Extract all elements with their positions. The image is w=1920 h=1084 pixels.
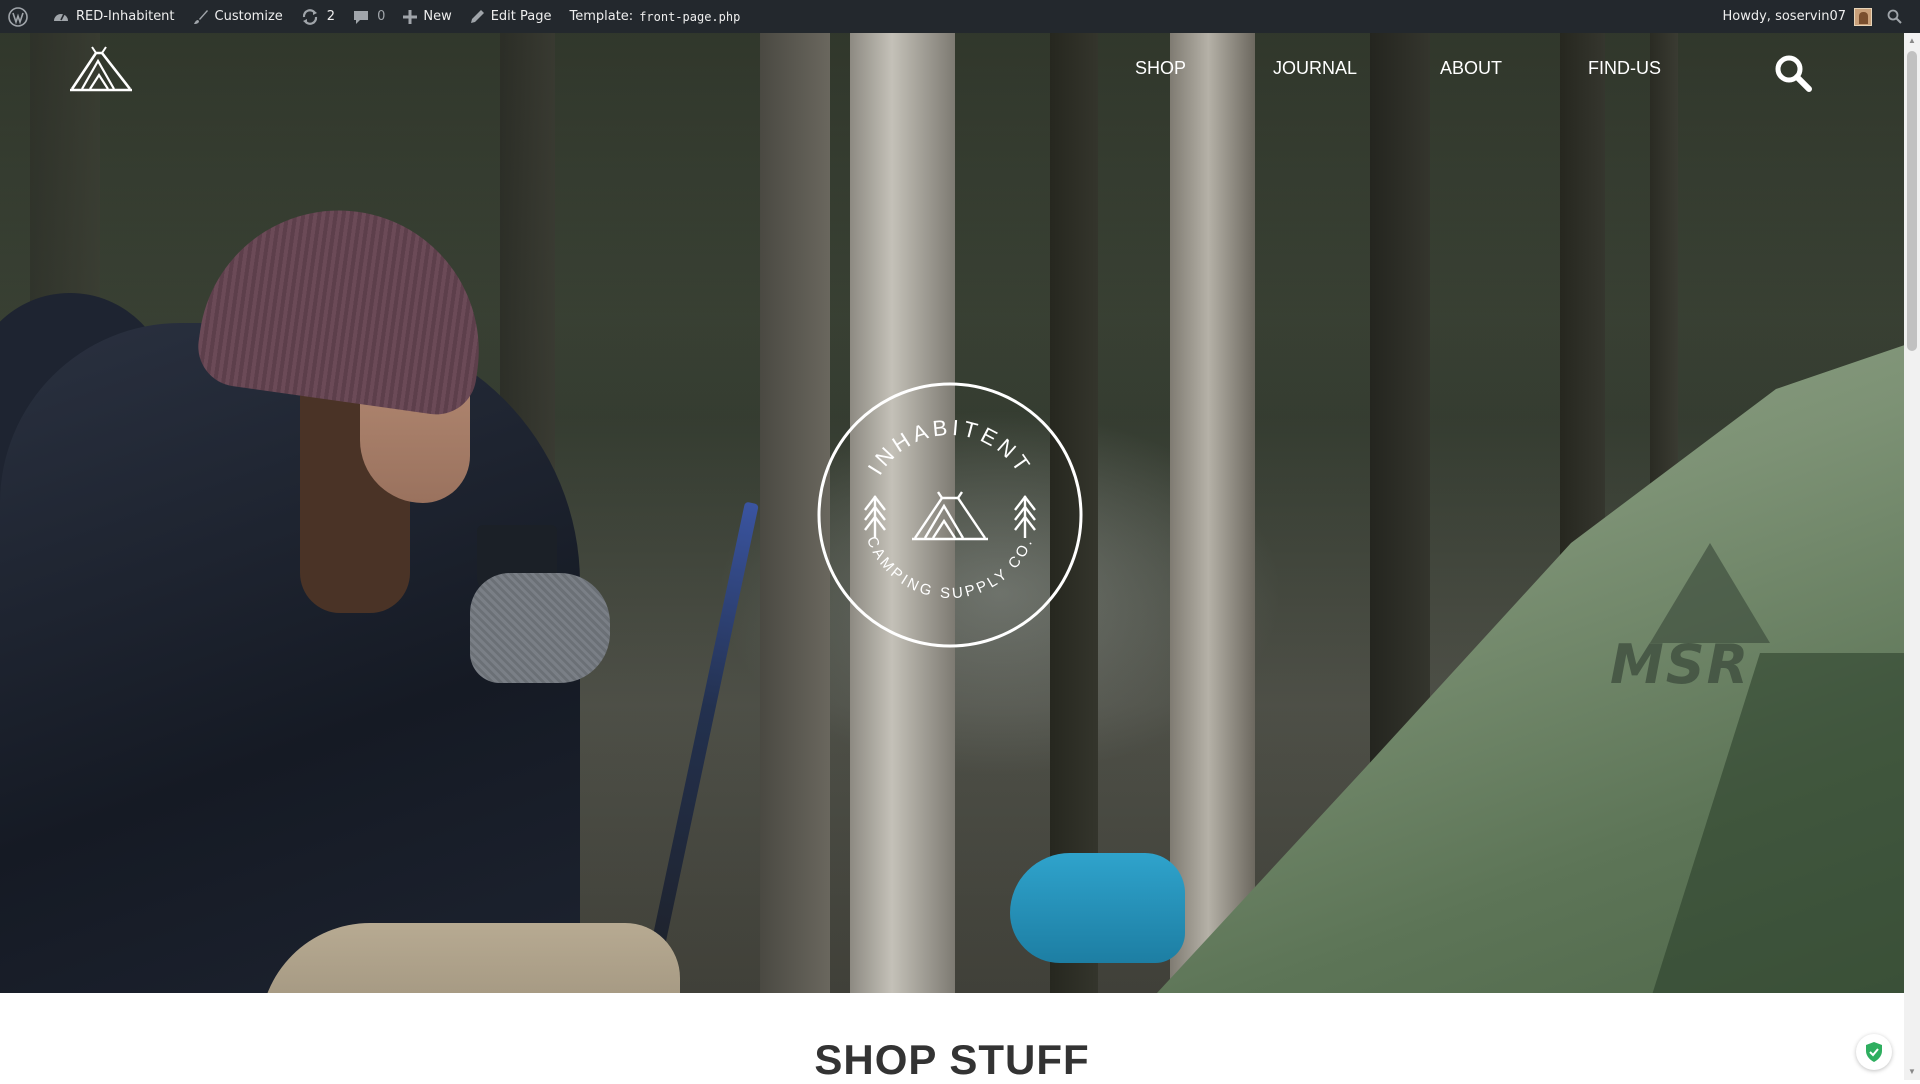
admin-search-button[interactable] (1878, 0, 1920, 33)
edit-page-link[interactable]: Edit Page (461, 0, 561, 33)
blue-backpack (1010, 853, 1185, 963)
scroll-thumb[interactable] (1907, 51, 1917, 351)
glove (470, 573, 610, 683)
shop-section-title: SHOP STUFF (814, 1036, 1090, 1083)
edit-page-label: Edit Page (490, 9, 552, 24)
template-file: front-page.php (639, 9, 741, 24)
template-info[interactable]: Template: front-page.php (560, 0, 749, 33)
plus-icon (403, 9, 418, 24)
new-label: New (423, 9, 452, 24)
svg-text:CAMPING SUPPLY CO.: CAMPING SUPPLY CO. (863, 534, 1037, 602)
beanie (193, 192, 497, 420)
dashboard-icon (54, 13, 68, 21)
updates-link[interactable]: 2 (292, 0, 344, 33)
svg-text:INHABITENT: INHABITENT (863, 415, 1037, 480)
emblem-tent-icon (912, 491, 988, 541)
greeting-label: Howdy, soservin07 (1722, 9, 1847, 24)
nav-item-shop[interactable]: SHOP (1135, 58, 1186, 79)
security-badge[interactable] (1856, 1034, 1892, 1070)
search-icon (1775, 55, 1812, 92)
customize-label: Customize (214, 9, 283, 24)
site-search-button[interactable] (1773, 53, 1813, 93)
site-name-link[interactable]: RED-Inhabitent (43, 0, 184, 33)
trekking-pole (637, 501, 759, 993)
tent-brand-text: MSR (1610, 633, 1751, 696)
emblem-tree-icon (1014, 495, 1036, 538)
avatar (1854, 7, 1872, 26)
main-navigation: SHOP JOURNAL ABOUT FIND-US (0, 58, 1904, 84)
tree-trunk (1170, 33, 1255, 993)
nav-item-journal[interactable]: JOURNAL (1273, 58, 1357, 79)
my-account-link[interactable]: Howdy, soservin07 (1714, 0, 1879, 33)
shield-check-icon (1866, 1042, 1882, 1062)
emblem-tagline: CAMPING SUPPLY CO. (863, 534, 1034, 602)
page-scrollbar[interactable]: ▲ ▼ (1904, 33, 1920, 1080)
emblem-brand-name: INHABITENT (863, 415, 1033, 480)
emblem-tree-icon (864, 495, 886, 538)
updates-icon (302, 8, 317, 25)
nav-item-find-us[interactable]: FIND-US (1588, 58, 1661, 79)
template-label: Template: (569, 9, 634, 24)
brand-emblem: INHABITENT CAMPING SUPPLY CO. (815, 380, 1085, 650)
wordpress-logo-button[interactable] (0, 0, 43, 33)
scroll-up-arrow-icon[interactable]: ▲ (1904, 33, 1920, 49)
wordpress-logo-icon (8, 6, 28, 27)
comments-count: 0 (377, 9, 386, 24)
updates-count: 2 (326, 9, 336, 24)
nav-item-about[interactable]: ABOUT (1440, 58, 1502, 79)
comment-icon (354, 10, 369, 24)
emblem-graphic: INHABITENT CAMPING SUPPLY CO. (817, 382, 1083, 648)
pants (260, 923, 680, 993)
customize-link[interactable]: Customize (184, 0, 292, 33)
search-icon (1887, 9, 1902, 24)
wp-admin-bar: RED-Inhabitent Customize 2 0 New Edit Pa… (0, 0, 1920, 33)
comments-link[interactable]: 0 (344, 0, 394, 33)
site-name-label: RED-Inhabitent (76, 9, 175, 24)
pencil-icon (470, 10, 484, 23)
new-content-link[interactable]: New (394, 0, 460, 33)
scroll-down-arrow-icon[interactable]: ▼ (1904, 1064, 1920, 1080)
brush-icon (193, 9, 208, 24)
